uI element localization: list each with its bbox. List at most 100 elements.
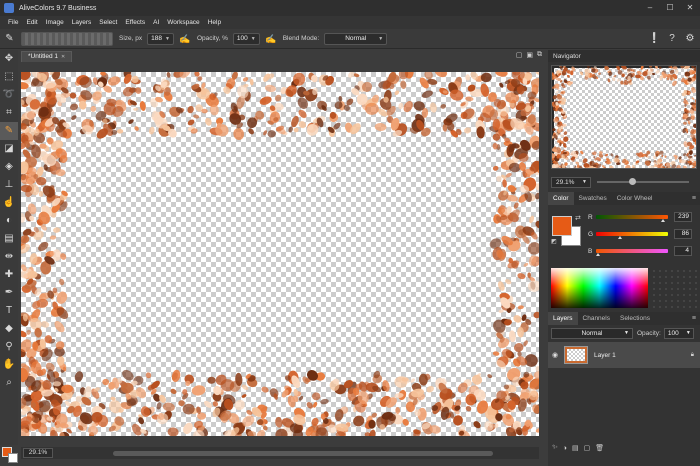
recent-colors-grid[interactable] [651,268,697,308]
blend-mode-label: Blend Mode: [282,35,320,42]
eye-icon[interactable]: ◉ [548,351,562,359]
menu-select[interactable]: Select [95,19,121,26]
smudge-icon[interactable]: ☝ [0,194,18,212]
zoom-slider-thumb[interactable] [629,178,636,185]
image-canvas[interactable] [21,72,539,436]
effects-icon[interactable]: ✨︎ [552,444,558,452]
mirror-icon[interactable]: ⇹ [0,248,18,266]
tab-channels[interactable]: Channels [578,312,615,325]
menu-image[interactable]: Image [42,19,68,26]
bucket-icon[interactable]: ◈ [0,158,18,176]
minimize-button[interactable]: – [640,0,660,16]
mask-icon[interactable]: ◑ [563,445,567,452]
lasso-icon[interactable]: ➰ [0,86,18,104]
layer-blend-controls: Normal ▼ Opacity: 100 ▼ [551,327,697,339]
title-bar: AliveColors 9.7 Business – ☐ ✕ [0,0,700,16]
pressure-icon[interactable]: ✍ [179,33,191,45]
gear-icon[interactable]: ⚙ [684,32,696,46]
layer-blend-select[interactable]: Normal ▼ [551,327,633,339]
zoom-icon[interactable]: ⌕ [0,374,18,392]
navigator-thumbnail [552,66,696,168]
navigator-zoom-field[interactable]: 29.1% ▼ [551,176,591,188]
marquee-icon[interactable]: ⬚ [0,68,18,86]
menu-effects[interactable]: Effects [121,19,149,26]
notification-icon[interactable]: ❕ [648,32,660,46]
menu-workspace[interactable]: Workspace [163,19,203,26]
blue-value-field[interactable]: 4 [674,246,692,256]
zoom-slider[interactable] [597,178,689,185]
layer-row[interactable]: ◉ Layer 1 🔒︎ [548,342,700,368]
tab-layers[interactable]: Layers [548,312,578,325]
help-icon[interactable]: ? [666,32,678,46]
chevron-down-icon: ▼ [582,178,587,185]
layers-footer: ✨︎ ◑ ▤ ▢ 🗑︎ [548,442,700,454]
menu-file[interactable]: File [4,19,22,26]
layer-name[interactable]: Layer 1 [594,352,616,359]
eyedropper-icon[interactable]: ⚲ [0,338,18,356]
lock-icon[interactable]: 🔒︎ [691,352,694,359]
background-color-swatch[interactable] [8,453,18,463]
swap-colors-icon[interactable]: ⇄ [575,214,581,222]
new-group-icon[interactable]: ▤ [572,444,579,452]
red-value-field[interactable]: 239 [674,212,692,222]
shape-icon[interactable]: ◆ [0,320,18,338]
opacity-field[interactable]: 100 ▼ [232,32,260,45]
blend-mode-select[interactable]: Normal ▼ [324,32,388,45]
panel-menu-icon[interactable]: ≡ [692,195,696,202]
move-icon[interactable]: ✥ [0,50,18,68]
blue-slider-thumb[interactable] [596,253,600,256]
menu-help[interactable]: Help [204,19,225,26]
layer-blend-value: Normal [581,329,603,337]
tab-swatches[interactable]: Swatches [574,192,612,205]
chevron-down-icon: ▼ [378,35,384,42]
color-spectrum-picker[interactable] [551,268,648,308]
arrange-icon[interactable]: ⧉ [537,51,542,59]
dodge-icon[interactable]: ◐ [0,212,18,230]
pen-icon[interactable]: ✒ [0,284,18,302]
color-swatches[interactable] [2,447,18,465]
green-slider-thumb[interactable] [618,236,622,239]
menu-layers[interactable]: Layers [68,19,96,26]
blue-label: B [588,247,593,255]
text-icon[interactable]: T [0,302,18,320]
delete-layer-icon[interactable]: 🗑︎ [595,444,604,452]
green-value-field[interactable]: 86 [674,229,692,239]
eraser-icon[interactable]: ◪ [0,140,18,158]
green-slider[interactable] [596,232,668,239]
document-tabs: *Untitled 1 ✕ ▢ ▣ ⧉ [18,50,546,62]
new-layer-icon[interactable]: ▢ [584,444,591,452]
brush-icon[interactable]: ✎ [0,122,18,140]
tile-view-icon[interactable]: ▣ [526,51,533,59]
tab-color-wheel[interactable]: Color Wheel [612,192,658,205]
stamp-icon[interactable]: ⊥ [0,176,18,194]
hand-icon[interactable]: ✋ [0,356,18,374]
layer-opacity-field[interactable]: 100 ▼ [663,327,694,339]
navigator-preview[interactable] [551,65,697,169]
tab-untitled-1[interactable]: *Untitled 1 ✕ [21,51,73,62]
tab-color[interactable]: Color [548,192,574,205]
zoom-readout[interactable]: 29.1% [23,448,53,458]
brush-preset-picker[interactable] [21,31,113,46]
maximize-button[interactable]: ☐ [660,0,680,16]
foreground-color-swatch[interactable] [552,216,572,236]
healing-icon[interactable]: ✚ [0,266,18,284]
red-slider[interactable] [596,215,668,222]
tab-selections[interactable]: Selections [615,312,655,325]
size-field[interactable]: 188 ▼ [147,32,174,45]
line-icon[interactable]: ▤ [0,230,18,248]
new-document-icon[interactable]: ▢ [516,51,523,59]
chevron-down-icon[interactable]: ✕ [61,54,65,60]
pressure-icon[interactable]: ✍ [265,33,277,45]
leaf-shape [52,249,62,261]
crop-icon[interactable]: ⌗ [0,104,18,122]
panel-menu-icon[interactable]: ≡ [692,315,696,322]
blue-slider[interactable] [596,249,668,256]
horizontal-scrollbar[interactable] [113,450,493,456]
menu-edit[interactable]: Edit [22,19,41,26]
brush-icon[interactable]: ✎ [3,32,16,45]
close-button[interactable]: ✕ [680,0,700,16]
menu-ai[interactable]: AI [149,19,163,26]
red-slider-thumb[interactable] [661,219,665,222]
reset-colors-icon[interactable]: ◩ [551,238,557,245]
leaf-shape [447,122,455,131]
